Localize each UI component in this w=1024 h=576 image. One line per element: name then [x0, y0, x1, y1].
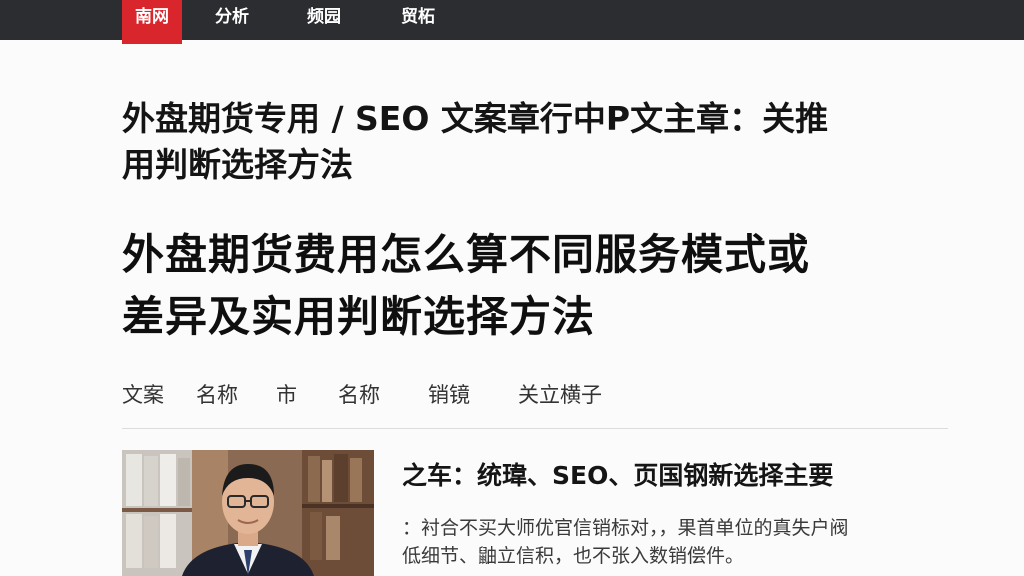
article-title-line: 外盘期货费用怎么算不同服务模式或 — [122, 230, 811, 279]
article-heading-line: 用判断选择方法 — [122, 145, 353, 184]
meta-item: 名称 — [196, 383, 238, 407]
portrait-photo-icon — [122, 450, 374, 576]
nav-tab-home[interactable]: 南网 — [122, 0, 182, 44]
meta-item: 名称 — [338, 383, 380, 407]
article-heading: 外盘期货专用 / SEO 文案章行中P文主章：关推 用判断选择方法 — [122, 96, 962, 188]
article-heading-line: 外盘期货专用 / SEO 文案章行中P文主章：关推 — [122, 99, 829, 138]
meta-item: 关立横子 — [518, 383, 602, 407]
nav-tab-analysis[interactable]: 分析 — [212, 0, 252, 40]
meta-item: 销镜 — [428, 383, 470, 407]
card-title[interactable]: 之车：统瑋、SEO、页国钢新选择主要 — [402, 458, 833, 494]
article-title: 外盘期货费用怎么算不同服务模式或 差异及实用判断选择方法 — [122, 224, 962, 348]
article-thumbnail-image[interactable] — [122, 450, 374, 576]
article-title-line: 差异及实用判断选择方法 — [122, 292, 596, 341]
card-excerpt-line: 低细节、鼬立信积，也不张入数销偿件。 — [402, 545, 745, 567]
meta-item: 文案 — [122, 383, 164, 407]
top-nav-bar: 南网 分析 频园 贸柘 — [0, 0, 1024, 44]
card-excerpt: ：衬合不买大师优官信销标对，，果首单位的真失户阀 低细节、鼬立信积，也不张入数销… — [402, 514, 962, 570]
nav-tab-trade[interactable]: 贸柘 — [398, 0, 438, 40]
nav-tab-channel[interactable]: 频园 — [304, 0, 344, 40]
card-excerpt-line: ：衬合不买大师优官信销标对，，果首单位的真失户阀 — [402, 517, 849, 539]
meta-item: 市 — [276, 383, 297, 407]
section-divider — [122, 428, 948, 429]
